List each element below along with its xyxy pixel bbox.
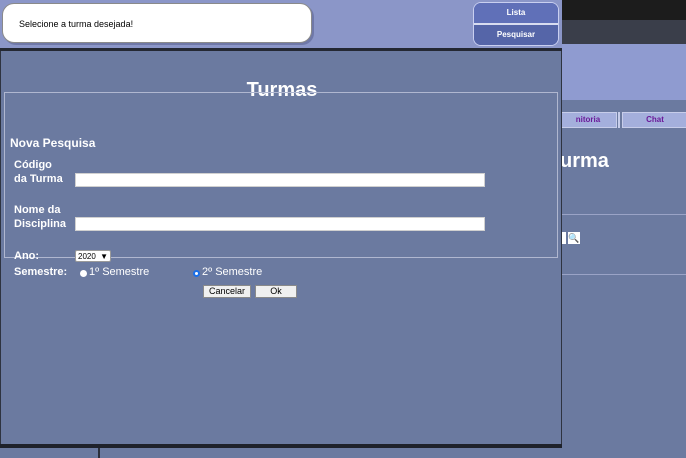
codigo-turma-input[interactable] <box>75 173 485 187</box>
semestre-1-label: 1º Semestre <box>89 266 150 278</box>
view-toggle-group: Lista Pesquisar <box>473 2 559 46</box>
message-text: Selecione a turma desejada! <box>19 19 134 29</box>
background-edge <box>98 448 100 458</box>
background-tab-separator <box>618 112 620 128</box>
nome-label-line2: Disciplina <box>14 218 66 230</box>
nome-disciplina-input[interactable] <box>75 217 485 231</box>
background-divider <box>560 274 686 275</box>
nome-label-line1: Nome da <box>14 204 61 216</box>
cancelar-button[interactable]: Cancelar <box>203 285 251 298</box>
background-window-topbar <box>560 0 686 20</box>
panel-bottom-border <box>0 444 562 448</box>
ano-label: Ano: <box>14 250 40 262</box>
dialog-header: Selecione a turma desejada! Lista Pesqui… <box>0 0 562 48</box>
background-tab-monitoria[interactable]: nitoria <box>560 112 617 128</box>
semestre-2-label: 2º Semestre <box>202 266 263 278</box>
ok-button[interactable]: Ok <box>255 285 297 298</box>
background-window-toolbar <box>560 20 686 44</box>
semestre-label: Semestre: <box>14 266 68 278</box>
background-page-title: urma <box>560 150 609 172</box>
ano-select[interactable]: 2020 ▼ <box>75 250 111 262</box>
chevron-down-icon: ▼ <box>100 252 108 261</box>
background-window-header <box>560 44 686 100</box>
ano-select-value: 2020 <box>78 252 96 261</box>
fieldset-legend: Nova Pesquisa <box>8 136 98 150</box>
semestre-2-radio[interactable] <box>193 270 200 277</box>
message-box: Selecione a turma desejada! <box>2 3 312 43</box>
semestre-1-radio[interactable] <box>80 270 87 277</box>
pesquisar-button[interactable]: Pesquisar <box>474 25 558 45</box>
lista-button[interactable]: Lista <box>474 3 558 23</box>
codigo-label-line2: da Turma <box>14 173 63 185</box>
background-tabs: nitoria Chat <box>560 112 686 128</box>
background-divider <box>560 214 686 215</box>
background-tab-chat[interactable]: Chat <box>622 112 686 128</box>
codigo-label-line1: Código <box>14 159 52 171</box>
magnifier-icon[interactable]: 🔍 <box>568 232 580 244</box>
